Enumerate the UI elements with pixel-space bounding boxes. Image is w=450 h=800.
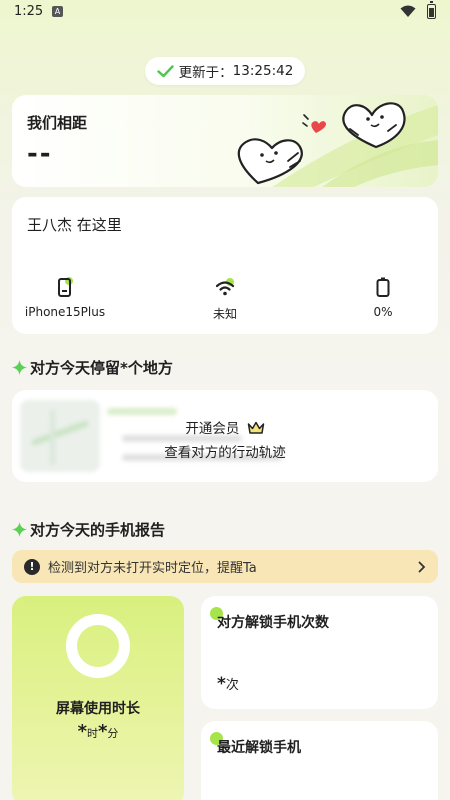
report-section-title: 对方今天的手机报告 — [12, 519, 165, 540]
update-time: 13:25:42 — [232, 63, 294, 79]
update-time-pill: 更新于： 13:25:42 — [145, 57, 305, 85]
hour-unit: 时 — [87, 727, 98, 740]
check-icon — [156, 64, 174, 77]
recent-unlock-title: 最近解锁手机 — [217, 740, 301, 756]
sparkle-icon — [12, 522, 27, 537]
distance-value: -- — [27, 139, 53, 169]
screen-hours: * — [77, 721, 87, 742]
screen-time-ring — [66, 614, 130, 678]
unlock-count-card[interactable]: 对方解锁手机次数 *次 — [201, 596, 438, 709]
unlock-count-unit: 次 — [225, 678, 239, 693]
phone-icon — [58, 277, 73, 297]
screen-minutes: * — [98, 721, 108, 742]
places-title-text: 对方今天停留*个地方 — [30, 359, 173, 377]
wifi-status-icon — [400, 5, 416, 17]
recent-unlock-card[interactable]: 最近解锁手机 — [201, 721, 438, 800]
crown-icon — [247, 421, 264, 434]
distance-title: 我们相距 — [27, 114, 88, 132]
update-label: 更新于： — [178, 65, 233, 81]
unlock-count-number: * — [217, 674, 226, 694]
status-bar: 1:25 A — [0, 0, 450, 24]
location-alert-bar[interactable]: ! 检测到对方未打开实时定位，提醒Ta — [12, 550, 438, 583]
places-section-title: 对方今天停留*个地方 — [12, 357, 173, 378]
hearts-illustration — [237, 102, 438, 187]
distance-card: 我们相距 -- — [12, 95, 438, 187]
minute-unit: 分 — [107, 727, 119, 740]
wifi-icon — [215, 278, 235, 296]
sparkle-icon — [12, 360, 27, 375]
screen-time-card[interactable]: 屏幕使用时长 *时*分 — [12, 596, 184, 800]
device-model-label: iPhone15Plus — [24, 305, 106, 319]
vip-prompt: 开通会员 — [12, 417, 438, 437]
report-title-text: 对方今天的手机报告 — [30, 521, 166, 539]
battery-icon — [376, 277, 390, 297]
device-model-item: iPhone15Plus — [11, 277, 119, 319]
track-description: 查看对方的行动轨迹 — [164, 445, 286, 461]
status-time: 1:25 — [14, 4, 44, 19]
movement-track-card[interactable]: 开通会员 查看对方的行动轨迹 — [12, 390, 438, 482]
chevron-right-icon — [418, 561, 426, 572]
vip-label: 开通会员 — [185, 421, 240, 437]
battery-item: 0% — [323, 277, 443, 319]
network-item: 未知 — [165, 277, 285, 322]
screen-time-label: 屏幕使用时长 — [56, 701, 140, 717]
alert-text: 检测到对方未打开实时定位，提醒Ta — [48, 561, 257, 576]
battery-label: 0% — [373, 305, 393, 319]
unlock-count-title: 对方解锁手机次数 — [217, 615, 329, 631]
battery-status-icon — [427, 1, 436, 19]
network-label: 未知 — [212, 307, 237, 321]
device-status-card: 王八杰 在这里 iPhone15Plus 未知 0% — [12, 197, 438, 334]
unlock-count-value: *次 — [217, 674, 239, 694]
notification-icon: A — [52, 6, 63, 17]
device-owner-title: 王八杰 在这里 — [27, 216, 122, 234]
screen-time-value: *时*分 — [12, 721, 184, 742]
warning-icon: ! — [24, 558, 40, 575]
